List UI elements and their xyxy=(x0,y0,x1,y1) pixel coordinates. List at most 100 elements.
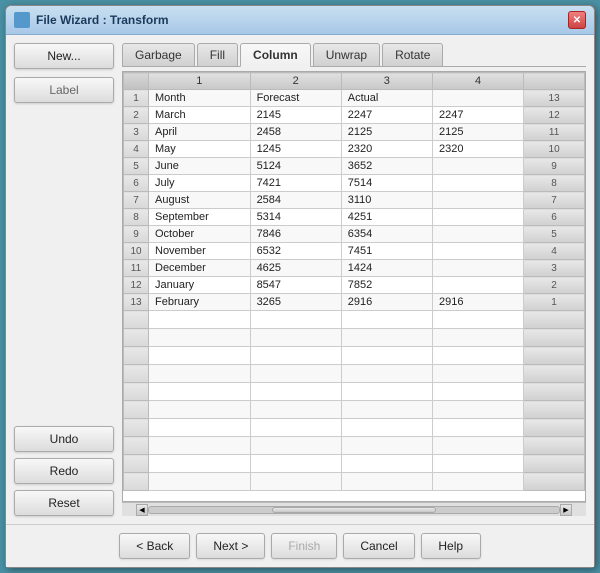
table-cell[interactable]: 5 xyxy=(124,158,149,175)
data-table-container[interactable]: 1 2 3 4 1MonthForecastActual132March2145… xyxy=(122,71,586,502)
table-cell[interactable]: 4251 xyxy=(341,209,432,226)
help-button[interactable]: Help xyxy=(421,533,481,559)
table-cell[interactable]: 9 xyxy=(124,226,149,243)
close-button[interactable]: ✕ xyxy=(568,11,586,29)
table-cell[interactable]: 6 xyxy=(524,209,585,226)
table-cell[interactable]: May xyxy=(149,141,251,158)
finish-button[interactable]: Finish xyxy=(271,533,337,559)
reset-button[interactable]: Reset xyxy=(14,490,114,516)
table-cell[interactable] xyxy=(432,277,523,294)
table-cell[interactable]: March xyxy=(149,107,251,124)
back-button[interactable]: < Back xyxy=(119,533,190,559)
scroll-thumb[interactable] xyxy=(272,507,436,513)
cancel-button[interactable]: Cancel xyxy=(343,533,414,559)
table-cell[interactable]: 6 xyxy=(124,175,149,192)
table-cell[interactable]: 5124 xyxy=(250,158,341,175)
table-cell[interactable]: 7846 xyxy=(250,226,341,243)
table-cell[interactable]: 7421 xyxy=(250,175,341,192)
tab-rotate[interactable]: Rotate xyxy=(382,43,443,66)
table-cell[interactable]: Forecast xyxy=(250,90,341,107)
table-cell[interactable]: 2145 xyxy=(250,107,341,124)
table-cell[interactable]: 12 xyxy=(124,277,149,294)
col-header-4[interactable]: 4 xyxy=(432,73,523,90)
table-cell[interactable]: 2 xyxy=(124,107,149,124)
table-cell[interactable] xyxy=(432,158,523,175)
table-cell[interactable]: February xyxy=(149,294,251,311)
undo-button[interactable]: Undo xyxy=(14,426,114,452)
table-cell[interactable] xyxy=(432,90,523,107)
table-cell[interactable]: 4625 xyxy=(250,260,341,277)
table-cell[interactable]: November xyxy=(149,243,251,260)
table-cell[interactable]: July xyxy=(149,175,251,192)
table-cell[interactable]: 2320 xyxy=(341,141,432,158)
table-cell[interactable]: 1 xyxy=(524,294,585,311)
scroll-right-arrow[interactable]: ▶ xyxy=(560,504,572,516)
table-cell[interactable]: 3265 xyxy=(250,294,341,311)
table-cell[interactable]: 3652 xyxy=(341,158,432,175)
label-button[interactable]: Label xyxy=(14,77,114,103)
table-cell[interactable]: 8547 xyxy=(250,277,341,294)
table-cell[interactable]: 12 xyxy=(524,107,585,124)
new-button[interactable]: New... xyxy=(14,43,114,69)
table-cell[interactable]: 4 xyxy=(524,243,585,260)
table-cell[interactable]: 5314 xyxy=(250,209,341,226)
tab-unwrap[interactable]: Unwrap xyxy=(313,43,380,66)
table-cell[interactable] xyxy=(432,175,523,192)
table-cell[interactable]: 7451 xyxy=(341,243,432,260)
table-cell[interactable]: 2916 xyxy=(432,294,523,311)
redo-button[interactable]: Redo xyxy=(14,458,114,484)
table-cell[interactable]: 1 xyxy=(124,90,149,107)
table-cell[interactable] xyxy=(432,260,523,277)
table-cell[interactable]: 10 xyxy=(524,141,585,158)
table-cell[interactable]: 8 xyxy=(124,209,149,226)
table-cell[interactable]: 13 xyxy=(124,294,149,311)
table-cell[interactable]: 2125 xyxy=(341,124,432,141)
table-cell[interactable]: 8 xyxy=(524,175,585,192)
horizontal-scrollbar[interactable]: ◀ ▶ xyxy=(122,502,586,516)
table-cell[interactable]: 2320 xyxy=(432,141,523,158)
table-cell[interactable]: 7 xyxy=(524,192,585,209)
table-cell[interactable]: 2 xyxy=(524,277,585,294)
table-cell[interactable]: 7852 xyxy=(341,277,432,294)
tab-column[interactable]: Column xyxy=(240,43,311,67)
table-cell[interactable]: 6532 xyxy=(250,243,341,260)
table-cell[interactable]: 2125 xyxy=(432,124,523,141)
table-cell[interactable]: April xyxy=(149,124,251,141)
table-cell[interactable] xyxy=(432,192,523,209)
table-cell[interactable]: June xyxy=(149,158,251,175)
table-cell[interactable]: October xyxy=(149,226,251,243)
table-cell[interactable]: 6354 xyxy=(341,226,432,243)
tab-garbage[interactable]: Garbage xyxy=(122,43,195,66)
table-cell[interactable]: 11 xyxy=(124,260,149,277)
next-button[interactable]: Next > xyxy=(196,533,265,559)
table-cell[interactable]: August xyxy=(149,192,251,209)
table-cell[interactable]: 1424 xyxy=(341,260,432,277)
table-cell[interactable]: 13 xyxy=(524,90,585,107)
table-cell[interactable]: 2916 xyxy=(341,294,432,311)
col-header-1[interactable]: 1 xyxy=(149,73,251,90)
table-cell[interactable]: 11 xyxy=(524,124,585,141)
table-cell[interactable]: 4 xyxy=(124,141,149,158)
table-cell[interactable]: December xyxy=(149,260,251,277)
table-cell[interactable]: 3 xyxy=(524,260,585,277)
col-header-3[interactable]: 3 xyxy=(341,73,432,90)
table-cell[interactable]: 10 xyxy=(124,243,149,260)
table-cell[interactable]: Actual xyxy=(341,90,432,107)
table-cell[interactable]: 2584 xyxy=(250,192,341,209)
table-cell[interactable]: 7514 xyxy=(341,175,432,192)
table-cell[interactable]: 3110 xyxy=(341,192,432,209)
table-cell[interactable]: September xyxy=(149,209,251,226)
table-cell[interactable]: 7 xyxy=(124,192,149,209)
scroll-left-arrow[interactable]: ◀ xyxy=(136,504,148,516)
scroll-track[interactable] xyxy=(148,506,560,514)
table-cell[interactable]: 1245 xyxy=(250,141,341,158)
table-cell[interactable]: 9 xyxy=(524,158,585,175)
table-cell[interactable]: 2247 xyxy=(341,107,432,124)
table-cell[interactable]: 2247 xyxy=(432,107,523,124)
table-cell[interactable] xyxy=(432,226,523,243)
table-cell[interactable]: 5 xyxy=(524,226,585,243)
tab-fill[interactable]: Fill xyxy=(197,43,238,66)
table-cell[interactable] xyxy=(432,209,523,226)
table-cell[interactable]: 2458 xyxy=(250,124,341,141)
table-cell[interactable] xyxy=(432,243,523,260)
